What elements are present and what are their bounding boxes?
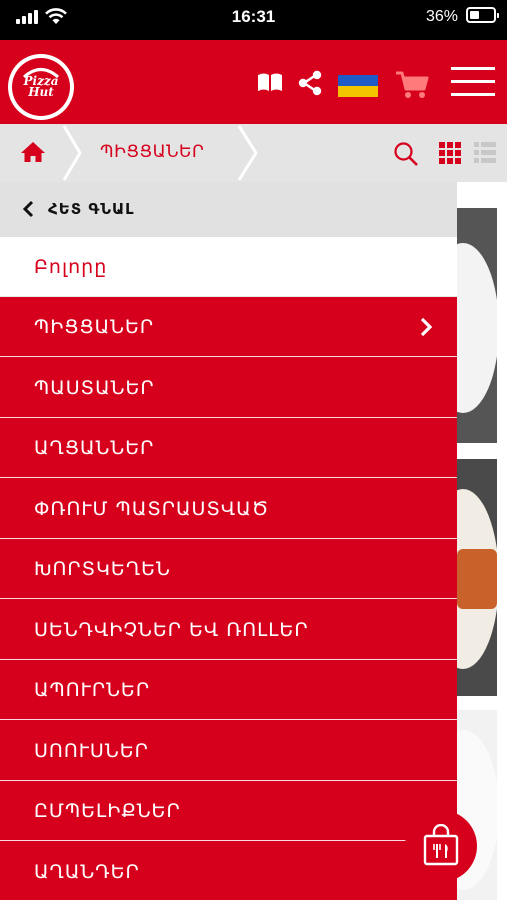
pizza-hut-logo[interactable]: Pizza Hut [8,54,74,120]
grid-view-icon[interactable] [439,142,461,164]
menu-item-label: ԱՂՑԱՆՆԵՐ [34,437,155,459]
breadcrumb-separator [62,125,82,181]
shopping-bag-icon [423,824,459,866]
menu-item-oven-baked[interactable]: ՓՌՈՒՄ ՊԱՏՐԱՍՏՎԱԾ [0,479,457,539]
menu-item-snacks[interactable]: ԽՈՐՏԿԵՂԵՆ [0,539,457,599]
ukraine-flag-icon[interactable] [338,75,378,97]
battery-percent: 36% [426,8,459,25]
breadcrumb-current[interactable]: ՊԻՑՑԱՆԵՐ [100,142,204,162]
category-menu: ՀԵՏ ԳՆԱԼ Բոլորը ՊԻՑՑԱՆԵՐ ՊԱՍՏԱՆԵՐ ԱՂՑԱՆՆ… [0,182,457,900]
order-bag-button[interactable] [405,810,477,882]
menu-item-label: ՓՌՈՒՄ ՊԱՏՐԱՍՏՎԱԾ [34,498,270,520]
menu-item-label: ԸՄՊԵԼԻՔՆԵՐ [34,800,181,822]
menu-item-drinks[interactable]: ԸՄՊԵԼԻՔՆԵՐ [0,781,457,841]
menu-item-pizzas[interactable]: ՊԻՑՑԱՆԵՐ [0,297,457,357]
menu-item-desserts[interactable]: ԱՂԱՆԴԵՐ [0,842,457,900]
breadcrumb-separator [237,125,258,181]
menu-item-all[interactable]: Բոլորը [0,237,457,297]
product-card-image[interactable] [457,459,497,696]
menu-item-label: ԱՊՈՒՐՆԵՐ [34,679,151,701]
breadcrumb: ՊԻՑՑԱՆԵՐ [0,124,507,182]
menu-item-label: ՍՈՈՒՍՆԵՐ [34,740,149,762]
back-button[interactable]: ՀԵՏ ԳՆԱԼ [0,182,457,237]
chevron-right-icon [420,317,433,337]
menu-item-label: ՊԻՑՑԱՆԵՐ [34,316,155,338]
menu-item-salads[interactable]: ԱՂՑԱՆՆԵՐ [0,418,457,478]
menu-item-label: ՊԱՍՏԱՆԵՐ [34,377,155,399]
menu-item-label: ՍԵՆԴՎԻՉՆԵՐ ԵՎ ՌՈԼԼԵՐ [34,619,309,641]
logo-text-hut: Hut [28,85,54,99]
home-icon[interactable] [20,141,46,163]
hamburger-menu-icon[interactable] [451,66,495,98]
battery-icon [466,7,499,23]
menu-item-label: ԱՂԱՆԴԵՐ [34,861,140,883]
menu-item-label: ԽՈՐՏԿԵՂԵՆ [34,558,171,580]
menu-item-soups[interactable]: ԱՊՈՒՐՆԵՐ [0,660,457,720]
cart-icon[interactable] [395,70,429,100]
app-header [0,40,507,124]
product-grid [457,182,507,900]
back-label: ՀԵՏ ԳՆԱԼ [48,200,135,218]
status-bar: 16:31 36% [0,0,507,40]
menu-item-sauces[interactable]: ՍՈՈՒՍՆԵՐ [0,721,457,781]
share-icon[interactable] [298,70,322,96]
menu-book-icon[interactable] [257,72,283,92]
list-view-icon[interactable] [474,142,496,164]
product-card-image[interactable] [457,208,497,443]
search-icon[interactable] [393,141,419,167]
chevron-left-icon [22,200,34,218]
menu-item-label: Բոլորը [34,256,108,278]
menu-item-pastas[interactable]: ՊԱՍՏԱՆԵՐ [0,358,457,418]
menu-item-sandwiches-rolls[interactable]: ՍԵՆԴՎԻՉՆԵՐ ԵՎ ՌՈԼԼԵՐ [0,600,457,660]
